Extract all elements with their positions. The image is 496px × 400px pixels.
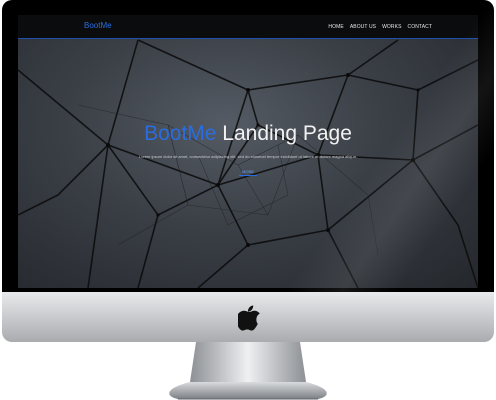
monitor-stand bbox=[169, 342, 327, 400]
nav-link-home[interactable]: HOME bbox=[328, 24, 343, 30]
monitor-screen: BootMe HOME ABOUT US WORKS CONTACT BootM… bbox=[18, 15, 478, 288]
nav-menu: HOME ABOUT US WORKS CONTACT bbox=[328, 24, 432, 30]
network-background-image bbox=[18, 39, 478, 288]
apple-logo-icon bbox=[238, 305, 260, 331]
nav-link-contact[interactable]: CONTACT bbox=[408, 24, 433, 30]
nav-link-works[interactable]: WORKS bbox=[382, 24, 401, 30]
monitor-chin bbox=[2, 292, 494, 342]
nav-link-about-us[interactable]: ABOUT US bbox=[350, 24, 376, 30]
navbar: BootMe HOME ABOUT US WORKS CONTACT bbox=[18, 15, 478, 39]
monitor-bezel: BootMe HOME ABOUT US WORKS CONTACT BootM… bbox=[2, 0, 494, 292]
hero-title: BootMe Landing Page bbox=[18, 122, 478, 146]
hero-title-rest: Landing Page bbox=[222, 122, 352, 145]
hero-title-accent: BootMe bbox=[144, 122, 217, 145]
hero-subtitle: Lorem ipsum dolor sit amet, consectetur … bbox=[139, 154, 357, 159]
hero-more-button[interactable]: MORE bbox=[239, 168, 257, 176]
navbar-brand[interactable]: BootMe bbox=[84, 21, 112, 30]
